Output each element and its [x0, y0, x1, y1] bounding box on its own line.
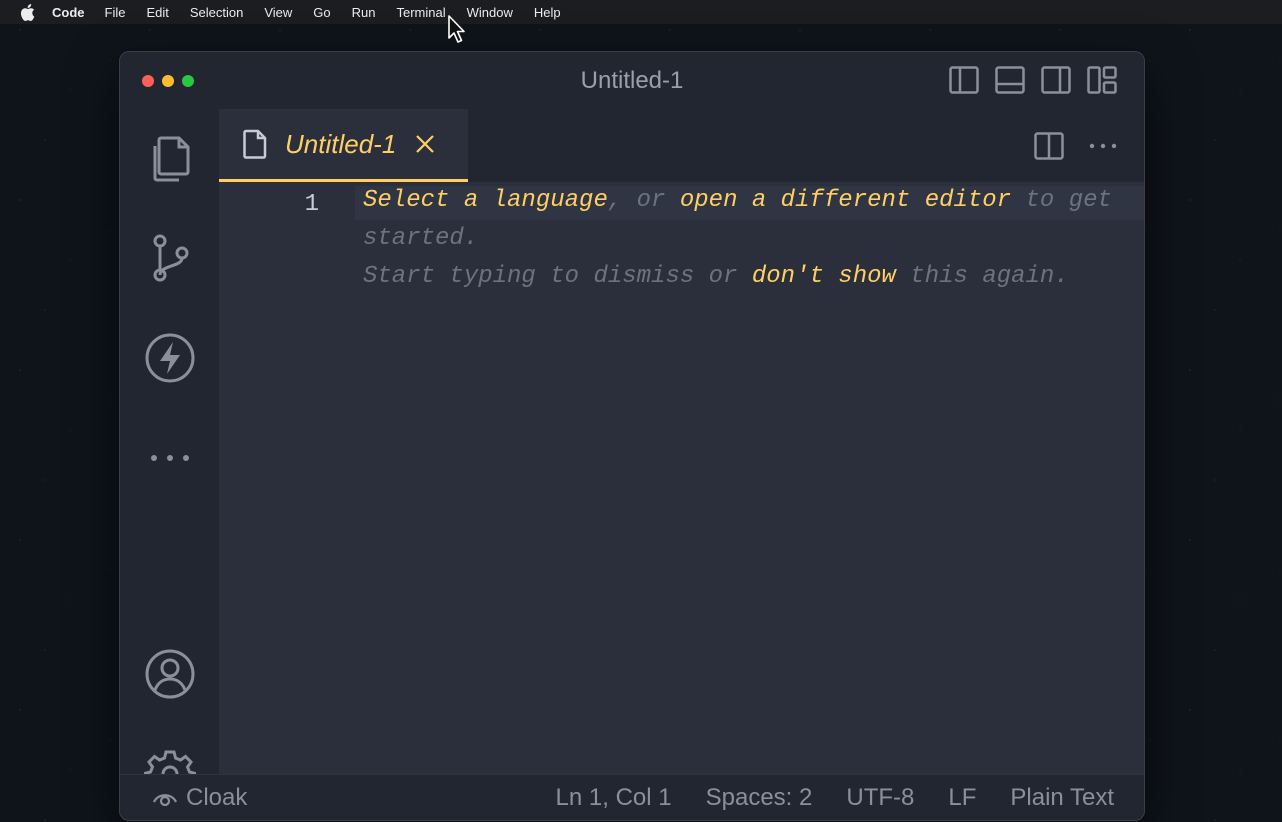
empty-editor-hint-line-2: started.	[363, 225, 479, 252]
menu-go[interactable]: Go	[313, 5, 330, 20]
menu-help[interactable]: Help	[534, 5, 561, 20]
menu-run[interactable]: Run	[352, 5, 376, 20]
tab-bar: Untitled-1	[219, 109, 1144, 182]
code-editor[interactable]: 1 Select a language, or open a different…	[219, 182, 1144, 774]
source-control-icon[interactable]	[144, 232, 196, 284]
encoding[interactable]: UTF-8	[846, 784, 914, 812]
menu-view[interactable]: View	[264, 5, 292, 20]
end-of-line[interactable]: LF	[948, 784, 976, 812]
menu-file[interactable]: File	[105, 5, 126, 20]
dont-show-link[interactable]: don't show	[752, 263, 896, 290]
toggle-secondary-sidebar-icon[interactable]	[1040, 65, 1072, 95]
editor-area: Untitled-1 1 Select a language, or open …	[219, 109, 1144, 774]
indentation[interactable]: Spaces: 2	[706, 784, 813, 812]
cursor-position[interactable]: Ln 1, Col 1	[556, 784, 672, 812]
toggle-panel-icon[interactable]	[994, 65, 1026, 95]
select-language-link[interactable]: Select a language	[363, 187, 608, 214]
split-editor-icon[interactable]	[1032, 129, 1066, 163]
more-icon[interactable]	[144, 432, 196, 484]
title-bar: Untitled-1	[120, 52, 1144, 109]
line-number: 1	[304, 191, 319, 218]
lightning-icon[interactable]	[144, 332, 196, 384]
empty-editor-hint-line-1: Select a language, or open a different e…	[363, 182, 1112, 220]
menu-selection[interactable]: Selection	[190, 5, 243, 20]
account-icon[interactable]	[144, 648, 196, 700]
status-right: Ln 1, Col 1 Spaces: 2 UTF-8 LF Plain Tex…	[522, 775, 1114, 820]
status-cloak[interactable]: Cloak	[152, 775, 248, 820]
tab-label: Untitled-1	[285, 128, 397, 159]
toggle-primary-sidebar-icon[interactable]	[948, 65, 980, 95]
files-icon[interactable]	[144, 132, 196, 184]
editor-window: Untitled-1 Untitled-1 1 Select a languag…	[119, 51, 1145, 821]
customize-layout-icon[interactable]	[1086, 65, 1118, 95]
menu-app-code[interactable]: Code	[52, 5, 85, 20]
menu-window[interactable]: Window	[467, 5, 513, 20]
eye-icon	[152, 788, 178, 808]
language-mode[interactable]: Plain Text	[1010, 784, 1114, 812]
hint-text: Start typing to dismiss or	[363, 263, 752, 290]
menu-terminal[interactable]: Terminal	[397, 5, 446, 20]
hint-text: to get	[1011, 187, 1112, 214]
close-tab-icon[interactable]	[414, 133, 436, 155]
activity-bar	[120, 109, 219, 800]
hint-text: this again.	[895, 263, 1069, 290]
empty-editor-hint-line-3: Start typing to dismiss or don't show th…	[363, 258, 1069, 296]
file-icon	[243, 129, 269, 159]
editor-actions	[1012, 129, 1120, 163]
mouse-pointer-icon	[447, 14, 467, 44]
more-actions-icon[interactable]	[1086, 129, 1120, 163]
menu-bar: Code File Edit Selection View Go Run Ter…	[0, 0, 1282, 24]
menu-edit[interactable]: Edit	[146, 5, 168, 20]
cloak-label: Cloak	[186, 784, 248, 811]
open-different-editor-link[interactable]: open a different editor	[680, 187, 1011, 214]
apple-logo-icon[interactable]	[18, 3, 36, 21]
layout-controls	[934, 65, 1118, 95]
status-bar: Cloak Ln 1, Col 1 Spaces: 2 UTF-8 LF Pla…	[120, 774, 1144, 820]
hint-text: , or	[607, 187, 680, 214]
tab-untitled-1[interactable]: Untitled-1	[219, 109, 468, 182]
